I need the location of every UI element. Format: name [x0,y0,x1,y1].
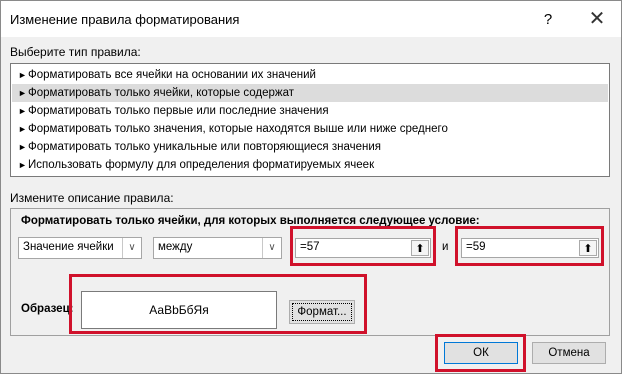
chevron-down-icon[interactable]: ∨ [122,238,141,258]
cell-value-select[interactable]: Значение ячейки ∨ [18,237,142,259]
highlight-value2 [455,226,604,266]
cell-value-select-value: Значение ячейки [23,241,114,253]
operator-select[interactable]: между ∨ [153,237,282,259]
rule-item[interactable]: ►Использовать формулу для определения фо… [12,156,608,174]
help-button[interactable]: ? [537,9,559,31]
rule-item-selected[interactable]: ►Форматировать только ячейки, которые со… [12,84,608,102]
sample-label: Образец: [21,303,74,315]
rule-description-label: Измените описание правила: [10,191,174,205]
rule-item-label: Форматировать только значения, которые н… [28,123,448,135]
chevron-down-icon[interactable]: ∨ [262,238,281,258]
highlight-ok [435,334,526,372]
rule-item-label: Форматировать все ячейки на основании их… [28,69,316,81]
rule-item-label: Форматировать только уникальные или повт… [28,141,381,153]
highlight-value1 [290,226,436,266]
dialog-title: Изменение правила форматирования [10,12,240,27]
operator-select-value: между [158,241,193,253]
rule-item-label: Форматировать только первые или последни… [28,105,329,117]
rule-item[interactable]: ►Форматировать только значения, которые … [12,120,608,138]
rule-type-list[interactable]: ►Форматировать все ячейки на основании и… [10,63,610,177]
cancel-button[interactable]: Отмена [532,342,606,364]
format-rule-dialog: Изменение правила форматирования ? ✕ Выб… [0,0,622,374]
bullet-arrow-icon: ► [18,88,27,98]
rule-item[interactable]: ►Форматировать только первые или последн… [12,102,608,120]
rule-type-label: Выберите тип правила: [10,45,141,59]
rule-item[interactable]: ►Форматировать только уникальные или пов… [12,138,608,156]
bullet-arrow-icon: ► [18,124,27,134]
bullet-arrow-icon: ► [18,160,27,170]
and-label: и [442,241,449,253]
rule-item-label: Использовать формулу для определения фор… [28,159,375,171]
bullet-arrow-icon: ► [18,142,27,152]
close-icon[interactable]: ✕ [584,8,610,30]
bullet-arrow-icon: ► [18,70,27,80]
bullet-arrow-icon: ► [18,106,27,116]
title-bar: Изменение правила форматирования ? ✕ [1,1,621,37]
rule-item-label: Форматировать только ячейки, которые сод… [28,87,294,99]
rule-item[interactable]: ►Форматировать все ячейки на основании и… [12,66,608,84]
highlight-sample [69,274,367,334]
